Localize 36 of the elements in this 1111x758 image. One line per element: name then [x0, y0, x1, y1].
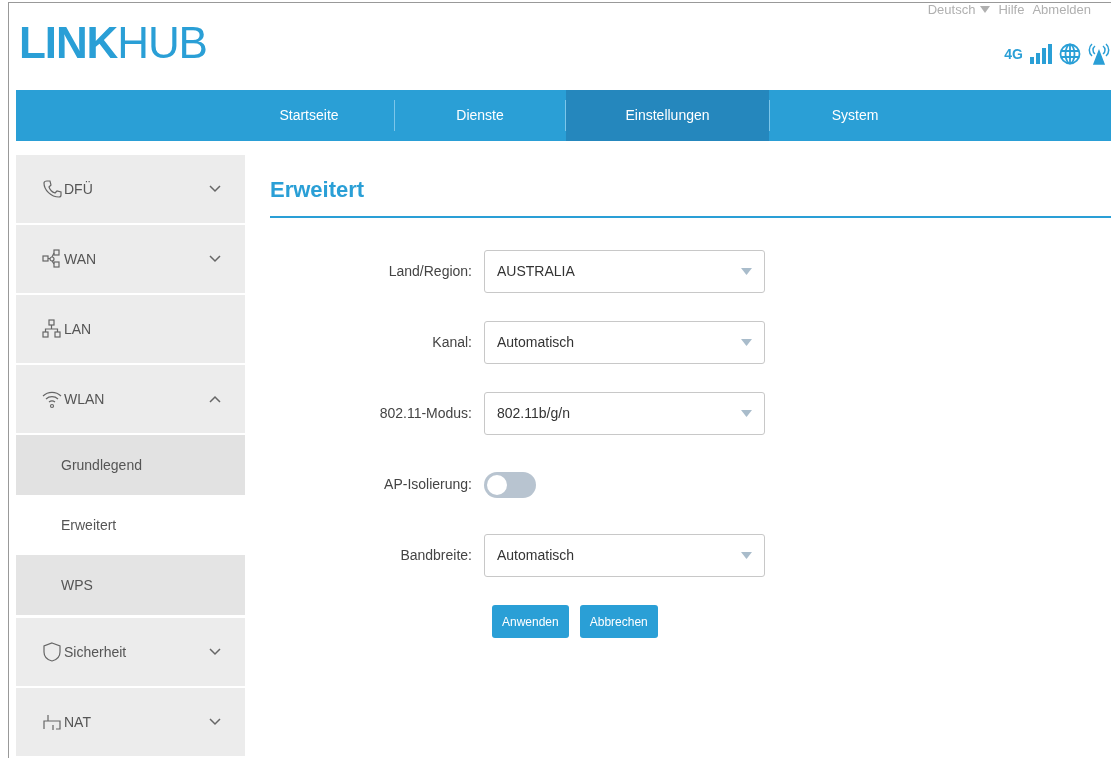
submenu-item[interactable]: WPS	[16, 555, 245, 615]
submenu-item[interactable]: Grundlegend	[16, 435, 245, 495]
sidebar-item[interactable]: DFÜ	[16, 155, 245, 223]
select-field[interactable]: Automatisch	[484, 534, 765, 577]
caret-icon	[741, 410, 752, 417]
nav-tab[interactable]: Einstellungen	[566, 89, 769, 141]
toggle-switch[interactable]	[484, 471, 536, 498]
sidebar-item[interactable]: NAT	[16, 688, 245, 756]
page-title: Erweitert	[270, 173, 1111, 218]
router-icon	[42, 712, 62, 732]
network-icon	[42, 249, 62, 269]
field-label: Land/Region:	[387, 262, 473, 281]
sidebar-item[interactable]: WAN	[16, 225, 245, 293]
select-field[interactable]: Automatisch	[484, 321, 765, 364]
sidebar-item[interactable]: Sicherheit	[16, 618, 245, 686]
caret-icon	[741, 268, 752, 275]
field-label: Kanal:	[431, 333, 473, 352]
network-type: 4G	[1004, 44, 1023, 64]
phone-icon	[42, 179, 62, 199]
caret-icon	[980, 6, 991, 14]
field-label: 802.11-Modus:	[378, 404, 473, 423]
sidebar-item[interactable]: LAN	[16, 295, 245, 363]
antenna-icon	[1087, 43, 1111, 65]
select-field[interactable]: AUSTRALIA	[484, 250, 765, 293]
wifi-icon	[42, 389, 62, 409]
caret-icon	[741, 552, 752, 559]
globe-icon	[1059, 43, 1081, 65]
field-label: Bandbreite:	[399, 546, 473, 565]
signal-icon	[1029, 44, 1053, 64]
logo: LINKHUB	[18, 17, 207, 69]
sidebar-item[interactable]: WLAN	[16, 365, 245, 433]
shield-icon	[42, 642, 62, 662]
field-label: AP-Isolierung:	[383, 475, 473, 494]
select-field[interactable]: 802.11b/g/n	[484, 392, 765, 435]
lan-icon	[42, 319, 62, 339]
caret-icon	[741, 339, 752, 346]
